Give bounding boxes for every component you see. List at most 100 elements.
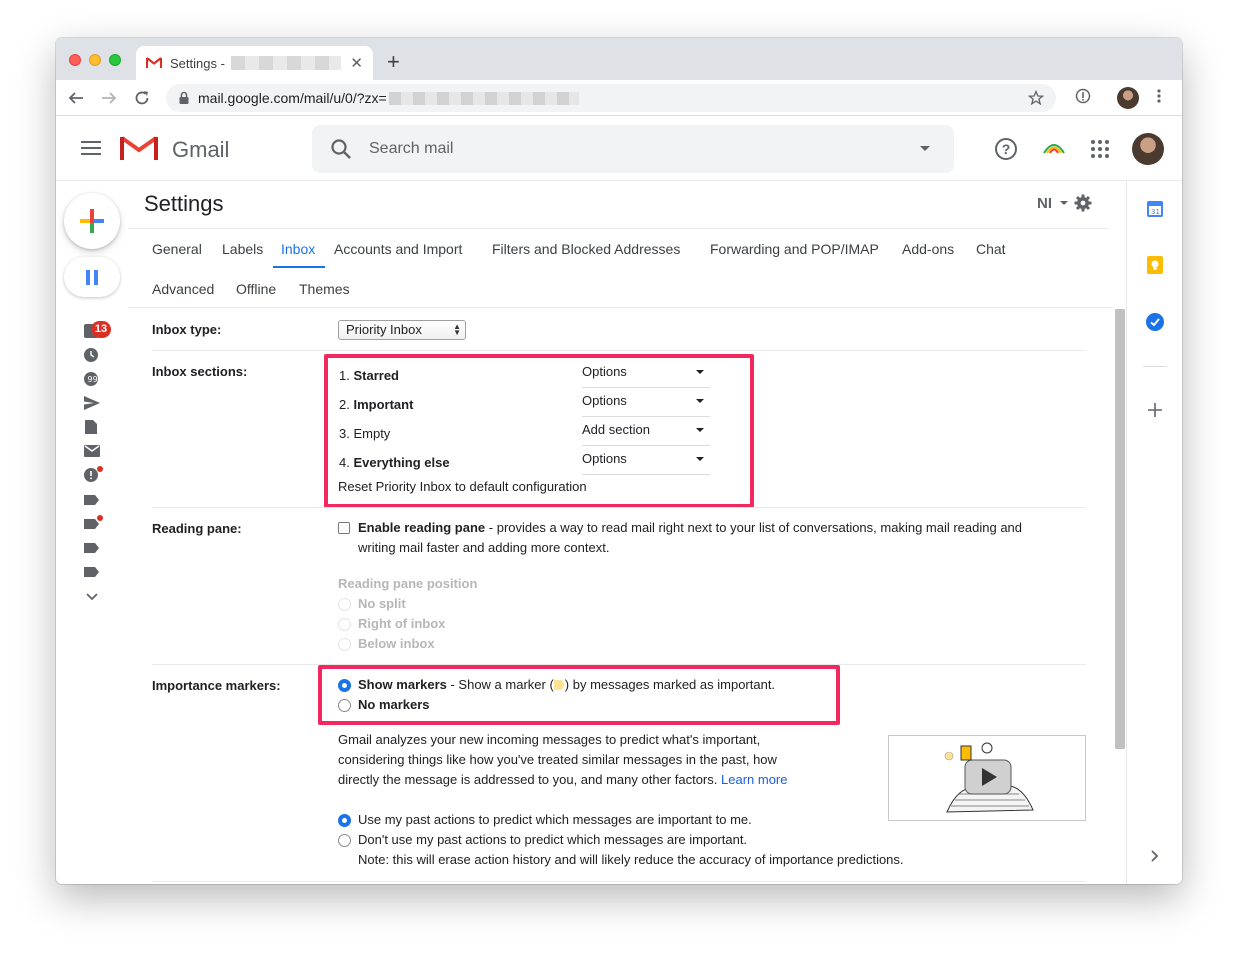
tab-labels[interactable]: Labels — [222, 241, 263, 257]
browser-profile-avatar[interactable] — [1117, 87, 1139, 109]
reset-priority-inbox-link[interactable]: Reset Priority Inbox to default configur… — [338, 477, 587, 497]
more-chevron-down-icon[interactable] — [84, 590, 100, 604]
dont-use-past-actions-radio[interactable] — [338, 834, 351, 847]
use-past-actions-radio[interactable] — [338, 814, 351, 827]
url-redacted — [388, 91, 579, 105]
search-input[interactable]: Search mail — [369, 140, 453, 158]
chat-bubble-icon[interactable]: 99 — [84, 372, 100, 386]
section-options-dropdown[interactable]: Options — [582, 364, 710, 388]
gmail-wordmark: Gmail — [172, 137, 230, 162]
dont-use-past-actions-label[interactable]: Don't use my past actions to predict whi… — [358, 830, 747, 850]
search-icon[interactable] — [330, 138, 352, 160]
label-icon[interactable] — [84, 493, 100, 507]
row-divider — [152, 507, 1086, 508]
compose-button[interactable] — [64, 193, 120, 249]
section-action-label: Options — [582, 364, 627, 379]
tab-advanced[interactable]: Advanced — [152, 281, 214, 297]
tab-inbox[interactable]: Inbox — [281, 241, 315, 257]
tab-addons[interactable]: Add-ons — [902, 241, 954, 257]
search-options-caret-icon[interactable] — [920, 146, 930, 151]
account-avatar[interactable] — [1132, 133, 1164, 165]
tab-close-icon[interactable]: ✕ — [350, 54, 363, 72]
section-row-important: 2. Important — [339, 397, 413, 412]
tasks-check-icon[interactable] — [1146, 313, 1164, 331]
new-tab-button[interactable]: + — [387, 49, 400, 75]
tabs-divider — [128, 307, 1112, 308]
reading-pane-desc-line2: writing mail faster and adding more cont… — [358, 540, 610, 555]
search-bar[interactable]: Search mail — [312, 125, 954, 173]
use-past-actions-label[interactable]: Use my past actions to predict which mes… — [358, 810, 752, 830]
all-mail-icon[interactable] — [84, 444, 100, 458]
importance-video-thumbnail[interactable] — [888, 735, 1086, 821]
close-window-button[interactable] — [69, 54, 81, 66]
dropdown-caret-icon — [696, 370, 704, 374]
learn-more-link[interactable]: Learn more — [721, 772, 787, 787]
browser-tab-settings[interactable]: Settings - ✕ — [136, 46, 373, 80]
tab-accounts-and-import[interactable]: Accounts and Import — [334, 241, 462, 257]
section-name: Empty — [353, 426, 391, 441]
input-tools-caret-icon[interactable] — [1060, 201, 1068, 205]
show-markers-row: Show markers - Show a marker () by messa… — [358, 675, 775, 695]
expand-panel-chevron-icon[interactable] — [1150, 849, 1160, 863]
label-alert-dot — [97, 515, 103, 521]
inbox-unread-badge: 13 — [91, 321, 111, 338]
keep-bulb-icon[interactable] — [1147, 256, 1163, 274]
show-markers-radio[interactable] — [338, 679, 351, 692]
browser-menu-icon[interactable] — [1156, 88, 1162, 104]
reload-icon[interactable] — [134, 90, 150, 106]
importance-explain-line3-row: directly the message is addressed to you… — [338, 770, 787, 790]
add-addon-plus-icon[interactable] — [1148, 403, 1162, 417]
dropdown-caret-icon — [696, 457, 704, 461]
forward-arrow-icon[interactable] — [101, 90, 117, 106]
section-row-everything-else: 4. Everything else — [339, 455, 450, 470]
tab-chat[interactable]: Chat — [976, 241, 1006, 257]
add-section-dropdown[interactable]: Add section — [582, 422, 710, 446]
below-inbox-label: Below inbox — [358, 636, 435, 651]
main-menu-icon[interactable] — [81, 141, 101, 159]
show-markers-desc-post: ) by messages marked as important. — [564, 677, 776, 692]
section-action-label: Options — [582, 393, 627, 408]
gear-icon[interactable] — [1074, 194, 1092, 212]
bookmark-star-icon[interactable] — [1028, 90, 1044, 106]
tab-forwarding[interactable]: Forwarding and POP/IMAP — [710, 241, 879, 257]
snoozed-clock-icon[interactable] — [84, 348, 100, 362]
enable-reading-pane-checkbox[interactable] — [338, 522, 350, 534]
address-bar[interactable]: mail.google.com/mail/u/0/?zx= — [166, 84, 1056, 112]
scrollbar-thumb[interactable] — [1115, 309, 1125, 749]
calendar-icon[interactable]: 31 — [1147, 201, 1163, 217]
section-action-label: Add section — [582, 422, 650, 437]
label-icon[interactable] — [84, 565, 100, 579]
minimize-window-button[interactable] — [89, 54, 101, 66]
google-apps-icon[interactable] — [1091, 140, 1109, 158]
reading-pane-description: Enable reading pane - provides a way to … — [358, 518, 1098, 538]
section-name: Starred — [353, 368, 399, 383]
tab-themes[interactable]: Themes — [299, 281, 350, 297]
inbox-type-select[interactable]: Priority Inbox ▲ ▼ — [338, 320, 466, 340]
input-tools-button[interactable]: NI — [1037, 195, 1052, 212]
dropdown-caret-icon — [696, 428, 704, 432]
section-options-dropdown[interactable]: Options — [582, 393, 710, 417]
pause-inbox-button[interactable] — [64, 257, 120, 297]
tab-filters[interactable]: Filters and Blocked Addresses — [492, 241, 680, 257]
show-markers-label[interactable]: Show markers — [358, 677, 447, 692]
reading-pane-position-heading: Reading pane position — [338, 576, 478, 591]
enable-reading-pane-label[interactable]: Enable reading pane — [358, 520, 485, 535]
no-markers-label[interactable]: No markers — [358, 695, 430, 715]
no-markers-radio[interactable] — [338, 699, 351, 712]
zoom-window-button[interactable] — [109, 54, 121, 66]
addon-rainbow-icon[interactable] — [1042, 141, 1066, 155]
sent-icon[interactable] — [84, 396, 100, 410]
extension-info-icon[interactable] — [1075, 88, 1091, 104]
importance-explain-line3: directly the message is addressed to you… — [338, 772, 718, 787]
importance-markers-label: Importance markers: — [152, 678, 281, 693]
section-options-dropdown[interactable]: Options — [582, 451, 710, 475]
side-panel: 31 — [1126, 181, 1182, 884]
tab-title: Settings - — [170, 55, 225, 71]
back-arrow-icon[interactable] — [68, 90, 84, 106]
label-icon[interactable] — [84, 541, 100, 555]
tab-offline[interactable]: Offline — [236, 281, 276, 297]
tab-general[interactable]: General — [152, 241, 202, 257]
section-number: 4. — [339, 455, 350, 470]
help-icon[interactable]: ? — [995, 138, 1017, 160]
drafts-icon[interactable] — [84, 420, 100, 434]
